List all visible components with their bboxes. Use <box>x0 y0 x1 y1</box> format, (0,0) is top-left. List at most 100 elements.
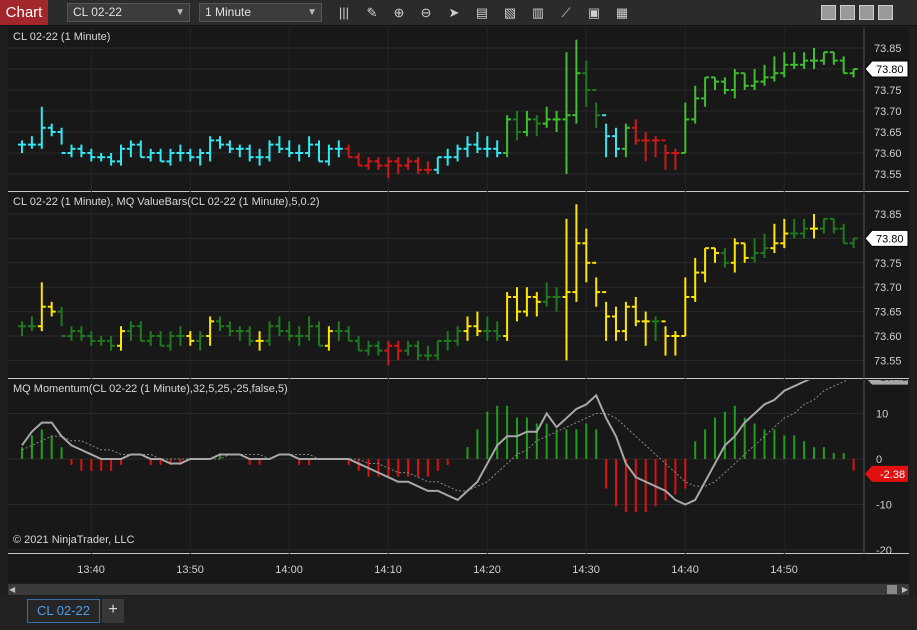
interval-selector[interactable]: 1 Minute ▼ <box>199 3 322 22</box>
ohlc-bar <box>582 60 591 107</box>
momentum-tick-label: -20 <box>876 545 892 554</box>
collapse-button[interactable] <box>821 5 836 20</box>
ohlc-bar <box>810 48 818 69</box>
ohlc-bar <box>255 148 264 166</box>
chart-trader-icon[interactable]: ▣ <box>584 3 604 23</box>
scroll-right-icon[interactable]: ▶ <box>902 585 908 594</box>
price-tick-label: 73.65 <box>874 307 902 319</box>
ohlc-bar <box>225 321 234 336</box>
ohlc-bar <box>265 321 274 346</box>
ohlc-bar <box>136 321 145 342</box>
ohlc-bar <box>37 282 46 332</box>
ohlc-bar <box>433 339 442 361</box>
scrollbar-thumb[interactable] <box>887 585 897 594</box>
bar-type-icon[interactable]: ||| <box>334 3 354 23</box>
ohlc-bar <box>126 140 135 158</box>
ohlc-bar <box>730 238 739 273</box>
copyright-text: © 2021 NinjaTrader, LLC <box>13 534 135 546</box>
templates-icon[interactable]: ▦ <box>612 3 632 23</box>
ohlc-bar <box>67 326 76 341</box>
pencil-icon[interactable]: ✎ <box>362 3 382 23</box>
ohlc-bar <box>513 111 521 141</box>
ohlc-bar <box>730 69 739 99</box>
ohlc-bar <box>404 340 413 356</box>
time-tick-label: 13:50 <box>176 564 204 576</box>
ohlc-bar <box>414 157 422 174</box>
histogram-value-label: -2.38 <box>880 469 905 481</box>
ohlc-bar <box>582 228 591 283</box>
ohlc-bar <box>67 144 76 158</box>
valuebars-pane: 73.8573.8073.7573.7073.6573.6073.5573.80… <box>8 193 909 379</box>
ohlc-bar <box>711 247 719 263</box>
ohlc-bar <box>107 336 116 351</box>
chart-area[interactable]: 73.85 73.80 73.75 73.70 73.65 73.60 73.55 73.80… <box>8 28 909 583</box>
ohlc-bar <box>711 76 719 90</box>
ohlc-bar <box>87 148 96 162</box>
ohlc-bar <box>790 52 799 69</box>
ohlc-bar <box>37 106 46 149</box>
momentum-plot: 100-10-202519.41-2.38-25 <box>8 337 908 581</box>
scroll-left-icon[interactable]: ◀ <box>9 585 15 594</box>
indicators-icon[interactable]: ▥ <box>528 3 548 23</box>
tab-cl-02-22[interactable]: CL 02-22 <box>27 599 100 623</box>
ohlc-bar <box>839 56 848 75</box>
ohlc-bar <box>206 136 215 162</box>
price-pane-title: CL 02-22 (1 Minute) <box>13 31 111 43</box>
horizontal-scrollbar[interactable]: ◀ ▶ <box>8 584 909 595</box>
ohlc-bar <box>47 301 56 317</box>
price-pane: 73.8573.8073.7573.7073.6573.6073.5573.80… <box>8 28 909 192</box>
ohlc-bar <box>562 218 571 361</box>
ohlc-bar <box>285 321 294 341</box>
instrument-selector[interactable]: CL 02-22 ▼ <box>67 3 190 22</box>
price-tick-label: 73.75 <box>874 85 902 97</box>
ohlc-bar <box>800 52 809 69</box>
ohlc-bar <box>720 77 729 95</box>
ohlc-bar <box>829 217 838 234</box>
ohlc-bar <box>196 331 205 351</box>
ohlc-bar <box>97 153 106 162</box>
close-button[interactable] <box>878 5 893 20</box>
ohlc-bar <box>691 85 700 124</box>
ohlc-bar <box>661 139 670 170</box>
ohlc-bar <box>819 51 828 65</box>
properties-icon[interactable]: ▧ <box>500 3 520 23</box>
zoom-out-icon[interactable]: ⊖ <box>416 3 436 23</box>
ohlc-bar <box>324 144 333 166</box>
ohlc-bar <box>364 157 373 170</box>
ohlc-bar <box>483 136 492 158</box>
ohlc-bar <box>374 340 383 356</box>
ohlc-bar <box>18 321 26 336</box>
ohlc-bar <box>305 136 314 158</box>
ohlc-bar <box>87 331 96 346</box>
ohlc-bar <box>186 331 195 346</box>
last-price-label: 73.80 <box>876 64 904 76</box>
ohlc-bar <box>513 287 521 322</box>
minimize-button[interactable] <box>840 5 855 20</box>
ohlc-bar <box>225 140 234 153</box>
time-tick-label: 14:20 <box>473 564 501 576</box>
price-tick-label: 73.75 <box>874 258 902 270</box>
ohlc-bar <box>117 326 125 351</box>
add-tab-button[interactable]: + <box>102 599 124 623</box>
maximize-button[interactable] <box>859 5 874 20</box>
ohlc-bar <box>196 148 205 166</box>
ohlc-bar <box>780 52 789 78</box>
time-tick-label: 14:40 <box>671 564 699 576</box>
time-tick-label: 14:10 <box>374 564 402 576</box>
ohlc-bar <box>720 248 729 268</box>
ohlc-bar <box>641 311 650 346</box>
time-tick-label: 14:00 <box>275 564 303 576</box>
ohlc-bar <box>800 218 809 239</box>
ohlc-bar <box>235 326 244 341</box>
ohlc-bar <box>216 136 224 149</box>
ohlc-bar <box>324 326 333 351</box>
ohlc-bar <box>77 144 86 158</box>
valuebars-pane-title: CL 02-22 (1 Minute), MQ ValueBars(CL 02-… <box>13 196 320 208</box>
strategies-icon[interactable]: ⟋ <box>556 3 576 23</box>
ohlc-bar <box>503 115 512 158</box>
ohlc-bar <box>374 157 383 170</box>
data-box-icon[interactable]: ▤ <box>472 3 492 23</box>
zoom-in-icon[interactable]: ⊕ <box>389 3 409 23</box>
pointer-icon[interactable]: ➤ <box>444 3 464 23</box>
ohlc-bar <box>344 144 353 159</box>
